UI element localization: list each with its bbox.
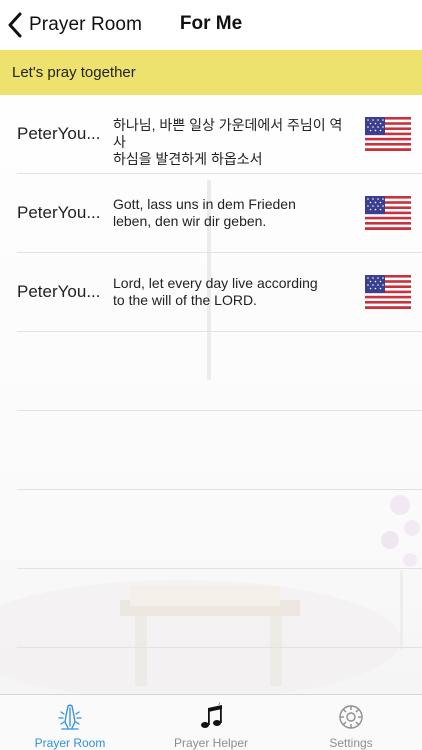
page-title: For Me [179, 13, 243, 34]
banner: Let's pray together [0, 50, 422, 95]
list-item[interactable]: PeterYou... Lord, let every day live acc… [17, 253, 422, 332]
banner-text: Let's pray together [12, 64, 136, 81]
list-item[interactable]: PeterYou... Gott, lass uns in dem Friede… [17, 174, 422, 253]
tab-prayer-room[interactable]: Prayer Room [0, 695, 140, 750]
prayer-message-line: to the will of the LORD. [113, 292, 257, 308]
prayer-message: 하나님, 바쁜 일상 가운데에서 주님이 역사 하심을 발견하게 하옵소서 [113, 117, 353, 168]
us-flag-icon [365, 196, 411, 230]
tab-label: Prayer Helper [173, 736, 249, 750]
prayer-message-line: leben, den wir dir geben. [113, 213, 267, 229]
empty-list-row [17, 411, 422, 490]
empty-list-row [17, 332, 422, 411]
author-name: PeterYou... [17, 124, 101, 143]
prayer-message: Gott, lass uns in dem Frieden leben, den… [113, 196, 353, 230]
prayer-message-line: 하심을 발견하게 하옵소서 [113, 151, 263, 167]
prayer-list: PeterYou... 하나님, 바쁜 일상 가운데에서 주님이 역사 하심을 … [0, 95, 422, 648]
prayer-message-line: Lord, let every day live according [113, 275, 318, 291]
author-name: PeterYou... [17, 282, 101, 301]
tab-label: Settings [329, 736, 373, 750]
prayer-message-line: 하나님, 바쁜 일상 가운데에서 주님이 역사 [113, 117, 343, 150]
empty-list-row [17, 490, 422, 569]
tab-label: Prayer Room [34, 736, 106, 750]
gear-icon [339, 705, 363, 729]
tab-prayer-helper[interactable]: ♪ Prayer Helper [141, 695, 281, 750]
empty-list-row [17, 569, 422, 648]
tab-bar: Prayer Room ♪ Prayer Helper Settings [0, 694, 422, 750]
prayer-message: Lord, let every day live according to th… [113, 275, 353, 309]
praying-hands-icon [58, 704, 82, 730]
music-notes-icon: ♪ [201, 702, 222, 728]
author-name: PeterYou... [17, 203, 101, 222]
tab-settings[interactable]: Settings [281, 695, 421, 750]
us-flag-icon [365, 117, 411, 151]
navigation-bar: Prayer Room For Me [0, 0, 422, 50]
prayer-message-line: Gott, lass uns in dem Frieden [113, 196, 296, 212]
list-item[interactable]: PeterYou... 하나님, 바쁜 일상 가운데에서 주님이 역사 하심을 … [17, 95, 422, 174]
us-flag-icon [365, 275, 411, 309]
